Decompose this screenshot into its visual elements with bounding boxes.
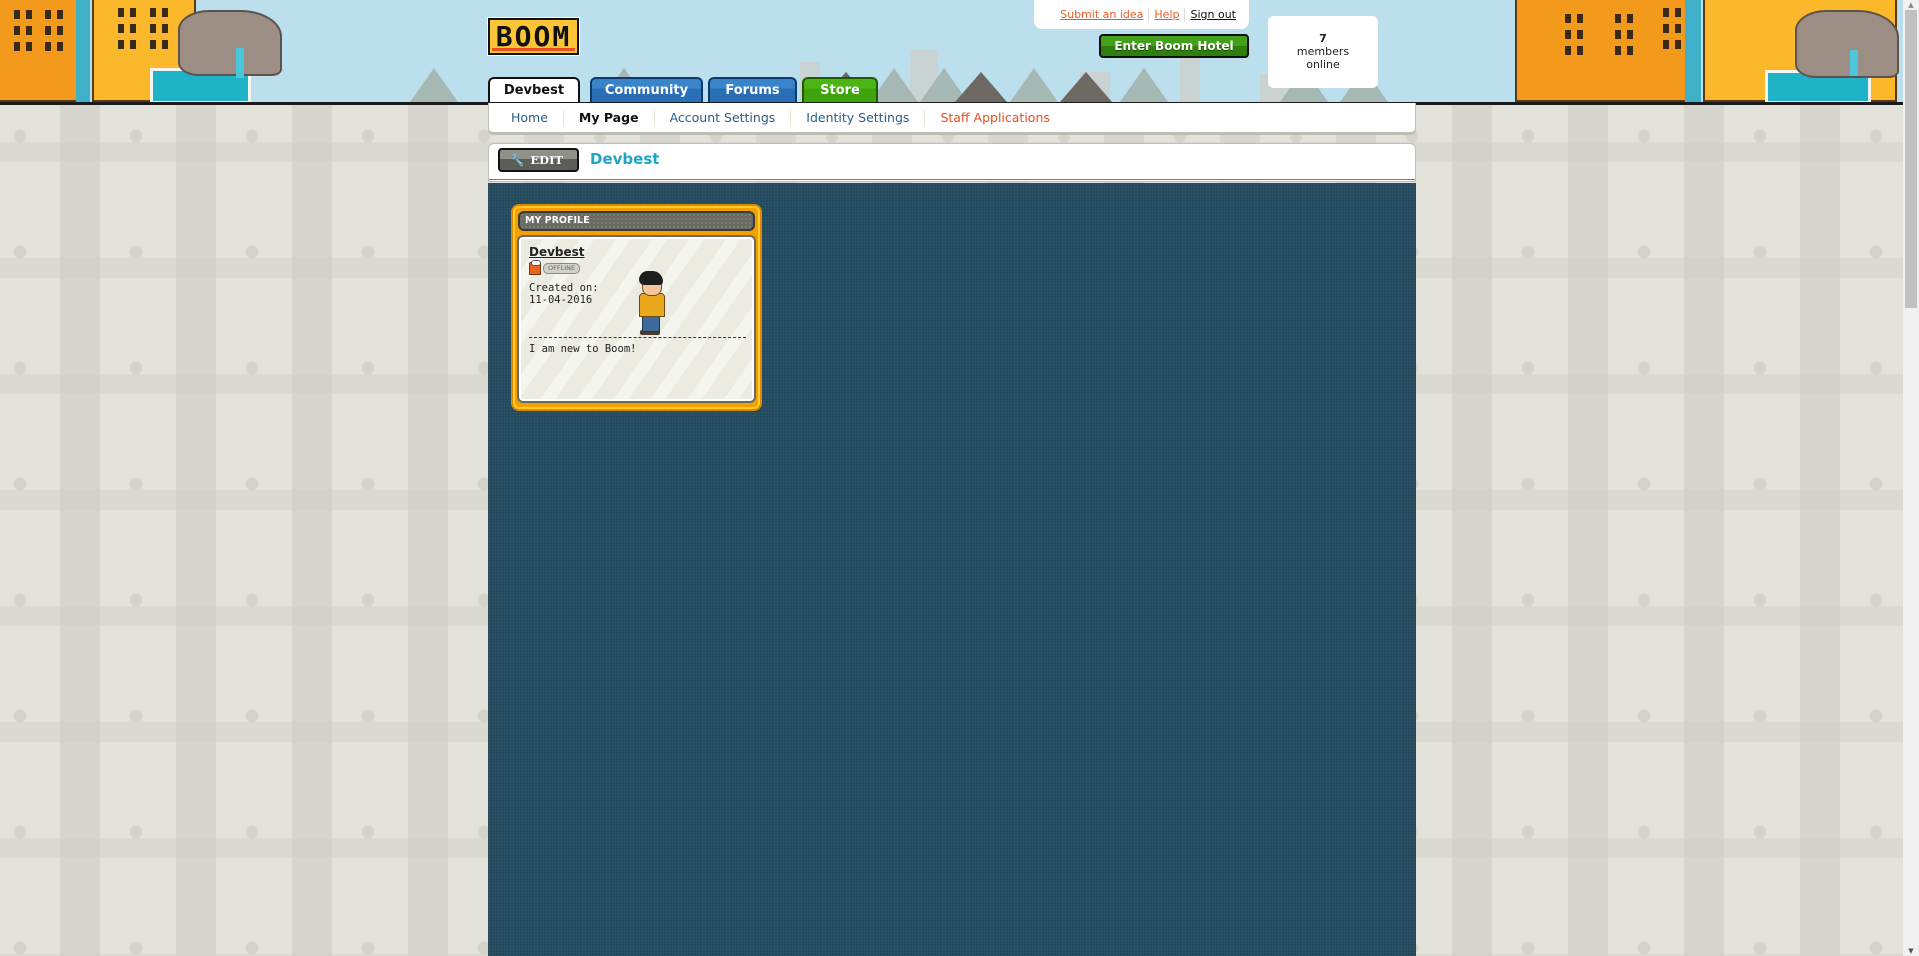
site-header: BOOM Submit an idea Help Sign out Enter … (0, 0, 1903, 105)
subnav-identity-settings[interactable]: Identity Settings (791, 109, 926, 126)
subnav-staff-applications[interactable]: Staff Applications (925, 109, 1064, 126)
scrollbar-thumb[interactable] (1905, 10, 1917, 308)
sub-navigation: Home My Page Account Settings Identity S… (488, 103, 1416, 135)
divider (529, 337, 746, 338)
subnav-my-page[interactable]: My Page (564, 109, 655, 126)
site-logo[interactable]: BOOM (488, 18, 579, 55)
created-on-date: 11-04-2016 (529, 294, 593, 306)
header-hotel-illustration-left (0, 0, 290, 102)
avatar (637, 271, 669, 341)
scroll-down-arrow-icon[interactable]: ▼ (1903, 946, 1919, 956)
online-label-members: members (1296, 45, 1350, 58)
profile-card: Devbest OFFLINE Created on: 11-04-2016 I… (517, 235, 756, 403)
tab-devbest[interactable]: Devbest (488, 77, 580, 102)
online-count-box: 7 members online (1268, 16, 1378, 88)
top-links-bar: Submit an idea Help Sign out (1034, 0, 1249, 29)
page-title: Devbest (590, 150, 660, 168)
online-label-online: online (1306, 58, 1340, 71)
edit-label: EDIT (530, 153, 564, 167)
tab-forums[interactable]: Forums (708, 77, 797, 102)
help-link[interactable]: Help (1154, 8, 1179, 21)
vertical-scrollbar[interactable]: ▲ ▼ (1903, 0, 1919, 956)
enter-hotel-button[interactable]: Enter Boom Hotel (1099, 34, 1249, 58)
header-hotel-illustration-right (1495, 0, 1903, 102)
homepage-canvas: MY PROFILE Devbest OFFLINE Created on: 1… (488, 183, 1416, 956)
online-count: 7 (1319, 32, 1327, 45)
tab-community[interactable]: Community (590, 77, 703, 102)
edit-button[interactable]: 🔧 EDIT (498, 148, 579, 172)
divider (489, 179, 1415, 180)
online-status: OFFLINE (529, 260, 581, 275)
sign-out-link[interactable]: Sign out (1190, 8, 1236, 21)
profile-username-link[interactable]: Devbest (529, 245, 585, 259)
my-profile-widget[interactable]: MY PROFILE Devbest OFFLINE Created on: 1… (511, 204, 762, 411)
widget-title[interactable]: MY PROFILE (518, 211, 755, 231)
status-badge: OFFLINE (543, 263, 581, 274)
wrench-icon: 🔧 (510, 153, 525, 167)
created-on-label: Created on: (529, 282, 599, 294)
profile-motto: I am new to Boom! (529, 343, 637, 355)
tab-store[interactable]: Store (802, 77, 878, 102)
page-edit-bar: 🔧 EDIT Devbest (488, 143, 1416, 182)
submit-idea-link[interactable]: Submit an idea (1060, 8, 1143, 21)
scroll-up-arrow-icon[interactable]: ▲ (1903, 0, 1919, 10)
subnav-home[interactable]: Home (496, 109, 564, 126)
habbo-status-icon (529, 260, 541, 275)
divider (1184, 7, 1186, 22)
divider (1148, 7, 1150, 22)
subnav-account-settings[interactable]: Account Settings (655, 109, 792, 126)
